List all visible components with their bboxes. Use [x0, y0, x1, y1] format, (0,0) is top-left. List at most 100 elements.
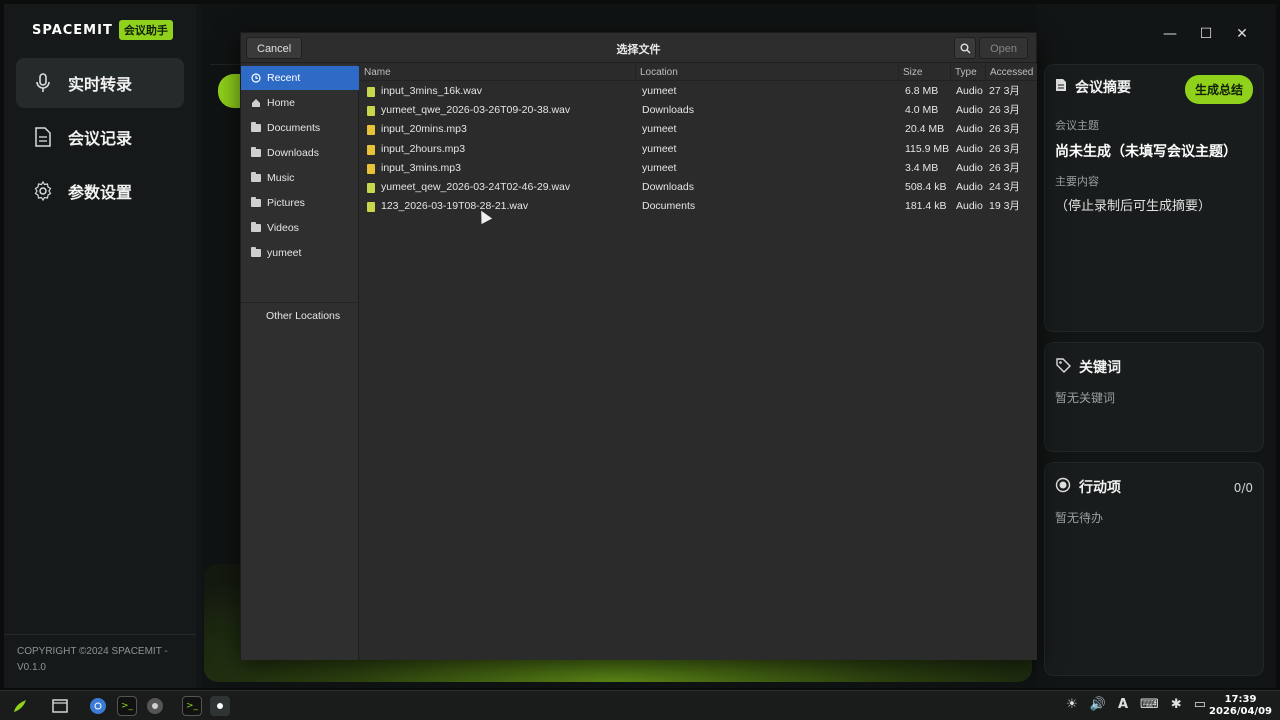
settings-app-icon[interactable]	[145, 696, 165, 716]
place-videos[interactable]: Videos	[241, 216, 359, 240]
content-label: 主要内容	[1055, 175, 1099, 188]
file-row[interactable]: input_2hours.mp3 yumeet 115.9 MB Audio 26 3月	[360, 140, 1037, 159]
column-location[interactable]: Location	[636, 64, 899, 81]
volume-icon[interactable]: 🔊	[1090, 697, 1106, 712]
place-label: Music	[267, 172, 295, 184]
place-label: Videos	[267, 222, 299, 234]
browser-icon[interactable]	[88, 696, 108, 716]
file-accessed: 26 3月	[989, 123, 1020, 136]
place-label: Downloads	[267, 147, 319, 159]
open-button[interactable]: Open	[979, 37, 1028, 59]
copyright-text: COPYRIGHT ©2024 SPACEMIT -	[17, 646, 168, 657]
place-home[interactable]: Home	[241, 91, 359, 115]
file-row[interactable]: input_3mins.mp3 yumeet 3.4 MB Audio 26 3月	[360, 159, 1037, 178]
terminal-icon[interactable]: >_	[117, 696, 137, 716]
actions-title-text: 行动项	[1079, 480, 1121, 496]
column-size[interactable]: Size	[899, 64, 951, 81]
places-divider	[241, 302, 359, 303]
topic-value: 尚未生成（未填写会议主题）	[1055, 144, 1237, 160]
file-row[interactable]: yumeet_qwe_2026-03-26T09-20-38.wav Downlo…	[360, 101, 1037, 120]
file-size: 3.4 MB	[905, 161, 939, 174]
file-type: Audio	[956, 123, 983, 136]
file-size: 115.9 MB	[905, 142, 950, 155]
file-location: yumeet	[642, 142, 677, 155]
folder-icon	[251, 247, 261, 257]
file-type: Audio	[956, 142, 983, 155]
file-type: Audio	[956, 104, 983, 117]
file-row[interactable]: yumeet_qew_2026-03-24T02-46-29.wav Downlo…	[360, 178, 1037, 197]
place-label: Pictures	[267, 197, 305, 209]
keywords-empty: 暂无关键词	[1055, 391, 1116, 405]
clock[interactable]: 17:39 2026/04/09	[1209, 694, 1272, 718]
place-other-locations[interactable]: Other Locations	[241, 304, 359, 328]
file-name: input_3mins_16k.wav	[381, 85, 482, 97]
audio-file-icon	[367, 202, 375, 213]
brightness-icon[interactable]: ☀	[1066, 697, 1078, 712]
bluetooth-icon[interactable]: ✱	[1171, 697, 1182, 712]
minimize-icon[interactable]: —	[1162, 26, 1178, 42]
input-method-icon[interactable]: ⌨	[1140, 697, 1159, 712]
place-yumeet[interactable]: yumeet	[241, 241, 359, 265]
dialog-title: 选择文件	[616, 44, 661, 56]
nav-label: 参数设置	[68, 183, 133, 202]
close-icon[interactable]: ✕	[1234, 26, 1250, 42]
search-icon[interactable]	[954, 37, 976, 59]
column-accessed[interactable]: Accessed	[986, 64, 1037, 81]
document-icon	[32, 126, 54, 148]
sidebar-divider	[4, 634, 196, 635]
terminal-icon[interactable]: >_	[182, 696, 202, 716]
place-documents[interactable]: Documents	[241, 116, 359, 140]
file-accessed: 26 3月	[989, 161, 1020, 174]
folder-icon	[251, 197, 261, 207]
file-size: 6.8 MB	[905, 85, 939, 97]
file-accessed: 19 3月	[989, 200, 1020, 213]
nav-label: 会议记录	[68, 129, 133, 148]
nav-item-records[interactable]: 会议记录	[16, 112, 184, 162]
audio-file-icon	[367, 163, 375, 174]
microphone-icon	[32, 72, 54, 94]
nav-label: 实时转录	[68, 75, 133, 94]
audio-file-icon	[367, 125, 375, 136]
column-name[interactable]: Name	[360, 64, 636, 81]
folder-icon	[251, 222, 261, 232]
column-type[interactable]: Type	[951, 64, 986, 81]
audio-file-icon	[367, 144, 375, 155]
place-downloads[interactable]: Downloads	[241, 141, 359, 165]
sidebar: SPACEMIT 会议助手 实时转录 会议记录 参数设置 COPYRIGHT ©…	[4, 4, 196, 688]
places-sidebar: Recent Home Documents Downloads Music Pi…	[241, 64, 359, 660]
taskbar: >_ >_ ☀ 🔊 A ⌨ ✱ ▭ 17:39 2026/04/09	[0, 690, 1280, 720]
audio-file-icon	[367, 183, 375, 193]
file-location: yumeet	[642, 161, 677, 174]
window-controls: — ☐ ✕	[1162, 26, 1250, 42]
file-row[interactable]: 123_2026-03-19T08-28-21.wav Documents 181.…	[360, 197, 1037, 216]
file-accessed: 24 3月	[989, 181, 1020, 193]
place-recent[interactable]: Recent	[241, 66, 359, 90]
actions-title: 行动项	[1055, 477, 1121, 497]
place-pictures[interactable]: Pictures	[241, 191, 359, 215]
file-row[interactable]: input_3mins_16k.wav yumeet 6.8 MB Audio 27 3…	[360, 82, 1037, 101]
radio-icon	[1055, 477, 1071, 497]
version-text: V0.1.0	[17, 662, 46, 673]
launcher-icon[interactable]	[10, 696, 30, 716]
file-type: Audio	[956, 161, 983, 174]
document-icon	[1055, 78, 1067, 96]
maximize-icon[interactable]: ☐	[1198, 26, 1214, 42]
gear-icon	[32, 180, 54, 202]
notification-icon[interactable]: ▭	[1194, 697, 1206, 712]
file-type: Audio	[956, 85, 983, 97]
folder-icon	[251, 122, 261, 132]
keyboard-layout-icon[interactable]: A	[1118, 697, 1128, 712]
place-music[interactable]: Music	[241, 166, 359, 190]
copyright: COPYRIGHT ©2024 SPACEMIT - V0.1.0	[17, 644, 168, 676]
summary-title-text: 会议摘要	[1075, 80, 1131, 96]
generate-summary-button[interactable]: 生成总结	[1184, 75, 1253, 104]
file-size: 20.4 MB	[905, 123, 945, 136]
place-label: Documents	[267, 122, 321, 134]
file-accessed: 26 3月	[989, 142, 1020, 155]
nav-item-settings[interactable]: 参数设置	[16, 166, 184, 216]
nav-item-realtime[interactable]: 实时转录	[16, 58, 184, 108]
file-location: yumeet	[642, 85, 677, 97]
window-manager-icon[interactable]	[50, 696, 70, 716]
file-row[interactable]: input_20mins.mp3 yumeet 20.4 MB Audio 26 3月	[360, 120, 1037, 139]
app-running-icon[interactable]	[210, 696, 230, 716]
